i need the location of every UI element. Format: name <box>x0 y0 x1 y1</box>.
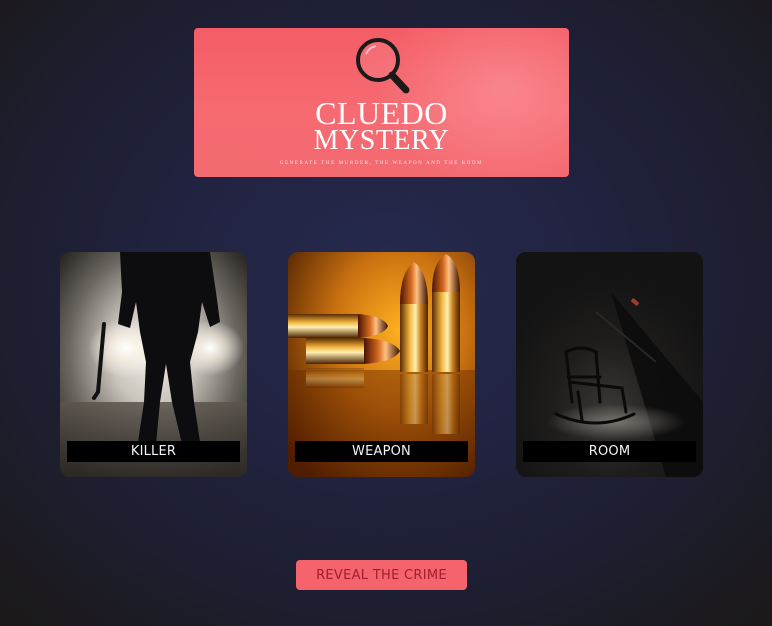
weapon-label: WEAPON <box>295 441 468 462</box>
killer-card[interactable]: KILLER <box>60 252 247 477</box>
logo-tagline: Generate the murder, the weapon and the … <box>279 161 484 166</box>
magnifying-glass-icon <box>356 38 410 94</box>
logo-title-line2: MYSTERY <box>313 125 450 156</box>
reveal-crime-button[interactable]: REVEAL THE CRIME <box>296 560 467 590</box>
killer-label: KILLER <box>67 441 240 462</box>
weapon-card[interactable]: WEAPON <box>288 252 475 477</box>
room-label: ROOM <box>523 441 696 462</box>
logo-banner: CLUEDO MYSTERY Generate the murder, the … <box>194 28 569 177</box>
room-card[interactable]: ROOM <box>516 252 703 477</box>
